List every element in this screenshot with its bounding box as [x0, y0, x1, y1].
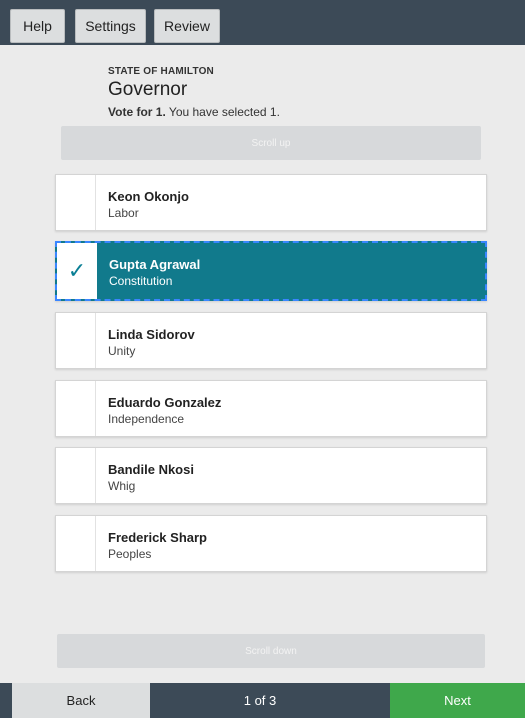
candidate-option[interactable]: Keon Okonjo Labor — [55, 174, 487, 231]
candidate-party: Constitution — [109, 274, 173, 288]
candidate-party: Unity — [108, 344, 136, 358]
vote-limit: Vote for 1. — [108, 105, 166, 119]
checkbox — [56, 381, 96, 436]
candidate-name: Frederick Sharp — [108, 530, 207, 545]
top-toolbar: Help Settings Review — [0, 0, 525, 45]
office-title: Governor — [108, 79, 188, 100]
back-button[interactable]: Back — [12, 683, 150, 718]
jurisdiction-label: STATE OF HAMILTON — [108, 66, 214, 77]
vote-instructions: Vote for 1. You have selected 1. — [108, 105, 280, 119]
contest-header: STATE OF HAMILTON Governor Vote for 1. Y… — [108, 66, 280, 119]
scroll-down-button[interactable]: Scroll down — [57, 634, 485, 668]
scroll-up-button[interactable]: Scroll up — [61, 126, 481, 160]
checkbox — [56, 448, 96, 503]
candidate-option[interactable]: Linda Sidorov Unity — [55, 312, 487, 369]
candidate-party: Independence — [108, 412, 185, 426]
candidate-party: Peoples — [108, 547, 152, 561]
bottom-toolbar: Back 1 of 3 Next — [0, 683, 525, 718]
settings-button[interactable]: Settings — [75, 9, 146, 43]
candidate-party: Labor — [108, 206, 139, 220]
candidate-name: Keon Okonjo — [108, 189, 189, 204]
checkbox — [56, 313, 96, 368]
review-button[interactable]: Review — [154, 9, 220, 43]
checkbox — [56, 175, 96, 230]
candidate-name: Gupta Agrawal — [109, 257, 201, 272]
candidate-name: Bandile Nkosi — [108, 462, 194, 477]
candidate-option[interactable]: Frederick Sharp Peoples — [55, 515, 487, 572]
checkbox — [56, 516, 96, 571]
help-button[interactable]: Help — [10, 9, 65, 43]
candidate-option-selected[interactable]: ✓ Gupta Agrawal Constitution — [55, 241, 487, 301]
candidate-party: Whig — [108, 479, 136, 493]
next-button[interactable]: Next — [390, 683, 525, 718]
selection-count: You have selected 1. — [168, 105, 280, 119]
candidate-option[interactable]: Eduardo Gonzalez Independence — [55, 380, 487, 437]
page-indicator: 1 of 3 — [243, 693, 277, 708]
candidate-name: Linda Sidorov — [108, 327, 195, 342]
checkmark-icon: ✓ — [57, 243, 97, 299]
candidate-name: Eduardo Gonzalez — [108, 395, 222, 410]
candidate-option[interactable]: Bandile Nkosi Whig — [55, 447, 487, 504]
